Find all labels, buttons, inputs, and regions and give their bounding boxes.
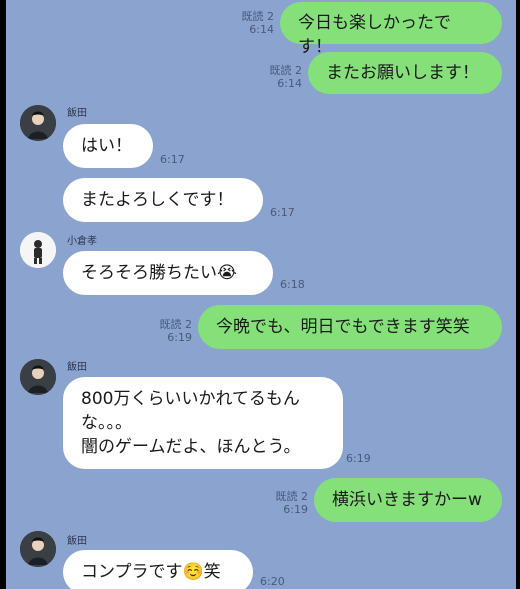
- avatar[interactable]: [20, 232, 56, 268]
- message-time: 6:17: [270, 206, 295, 219]
- read-receipt: 既読 2: [275, 490, 309, 503]
- message-time: 6:17: [160, 153, 185, 166]
- incoming-message-bubble[interactable]: はい！: [63, 124, 153, 168]
- message-meta: 既読 2 6:14: [228, 10, 275, 36]
- incoming-message-bubble[interactable]: 800万くらいいかれてるもん な。。。 闇のゲームだよ、ほんとう。: [63, 377, 343, 469]
- sender-name: 飯田: [67, 362, 87, 373]
- incoming-message-bubble[interactable]: またよろしくです！: [63, 178, 263, 222]
- message-time: 6:18: [280, 278, 305, 291]
- read-receipt: 既読 2: [269, 64, 303, 77]
- incoming-message-bubble[interactable]: コンプラです☺️笑: [63, 550, 253, 589]
- sender-name: 小倉孝: [67, 236, 97, 247]
- message-time: 6:20: [260, 575, 285, 588]
- message-meta: 既読 2 6:14: [256, 64, 303, 90]
- message-time: 6:14: [277, 77, 302, 90]
- chat-area: 既読 2 6:14 今日も楽しかったです！ 既読 2 6:14 またお願いします…: [6, 0, 516, 589]
- message-meta: 既読 2 6:19: [262, 490, 309, 516]
- sender-name: 飯田: [67, 536, 87, 547]
- incoming-message-bubble[interactable]: そろそろ勝ちたい😭: [63, 251, 273, 295]
- avatar[interactable]: [20, 359, 56, 395]
- outgoing-message-bubble[interactable]: 今日も楽しかったです！: [280, 2, 502, 57]
- message-time: 6:14: [249, 23, 274, 36]
- outgoing-message-bubble[interactable]: 今晩でも、明日でもできます笑笑: [198, 305, 502, 349]
- outgoing-message-bubble[interactable]: 横浜いきますかーw: [314, 478, 502, 522]
- read-receipt: 既読 2: [159, 318, 193, 331]
- person-avatar-icon: [20, 105, 56, 141]
- message-meta: 既読 2 6:19: [146, 318, 193, 344]
- message-time: 6:19: [346, 452, 371, 465]
- read-receipt: 既読 2: [241, 10, 275, 23]
- avatar[interactable]: [20, 531, 56, 567]
- outgoing-message-bubble[interactable]: またお願いします！: [308, 52, 502, 94]
- message-time: 6:19: [167, 331, 192, 344]
- sender-name: 飯田: [67, 108, 87, 119]
- avatar[interactable]: [20, 105, 56, 141]
- person-avatar-icon: [20, 359, 56, 395]
- message-time: 6:19: [283, 503, 308, 516]
- person-avatar-icon: [20, 232, 56, 268]
- person-avatar-icon: [20, 531, 56, 567]
